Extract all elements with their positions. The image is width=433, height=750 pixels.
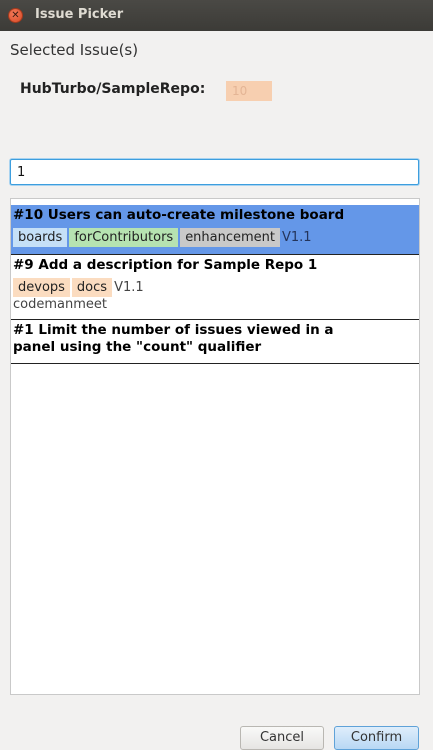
selected-issues-label: Selected Issue(s) [10,41,139,59]
issue-list[interactable]: #10 Users can auto-create milestone boar… [10,198,420,695]
issue-label: forContributors [69,228,179,247]
repo-label: HubTurbo/SampleRepo: [20,81,206,97]
title-bar: ✕ Issue Picker [0,0,433,31]
window-title: Issue Picker [35,7,124,22]
close-icon[interactable]: ✕ [8,8,23,23]
issue-label: boards [13,228,68,247]
issue-label: devops [13,278,70,297]
issue-title: #10 Users can auto-create milestone boar… [13,207,345,223]
search-input[interactable] [10,159,419,185]
issue-labels: boards forContributors enhancement V1.1 [13,226,417,247]
issue-title: #9 Add a description for Sample Repo 1 [13,257,318,273]
confirm-button[interactable]: Confirm [334,726,419,750]
issue-label: enhancement [180,228,281,247]
issue-labels: devops docs V1.1 [13,276,417,297]
issue-title: #1 Limit the number of issues viewed in … [13,322,334,355]
issue-label: docs [71,278,113,297]
issue-list-item[interactable]: #1 Limit the number of issues viewed in … [11,320,419,364]
issue-list-item[interactable]: #10 Users can auto-create milestone boar… [11,205,419,255]
selected-issue-chip[interactable]: 10 [226,81,272,101]
issue-assignee: codemanmeet [13,297,107,312]
cancel-button[interactable]: Cancel [240,726,324,750]
issue-milestone: V1.1 [282,230,312,245]
issue-milestone: V1.1 [114,280,144,295]
issue-list-item[interactable]: #9 Add a description for Sample Repo 1 d… [11,255,419,320]
